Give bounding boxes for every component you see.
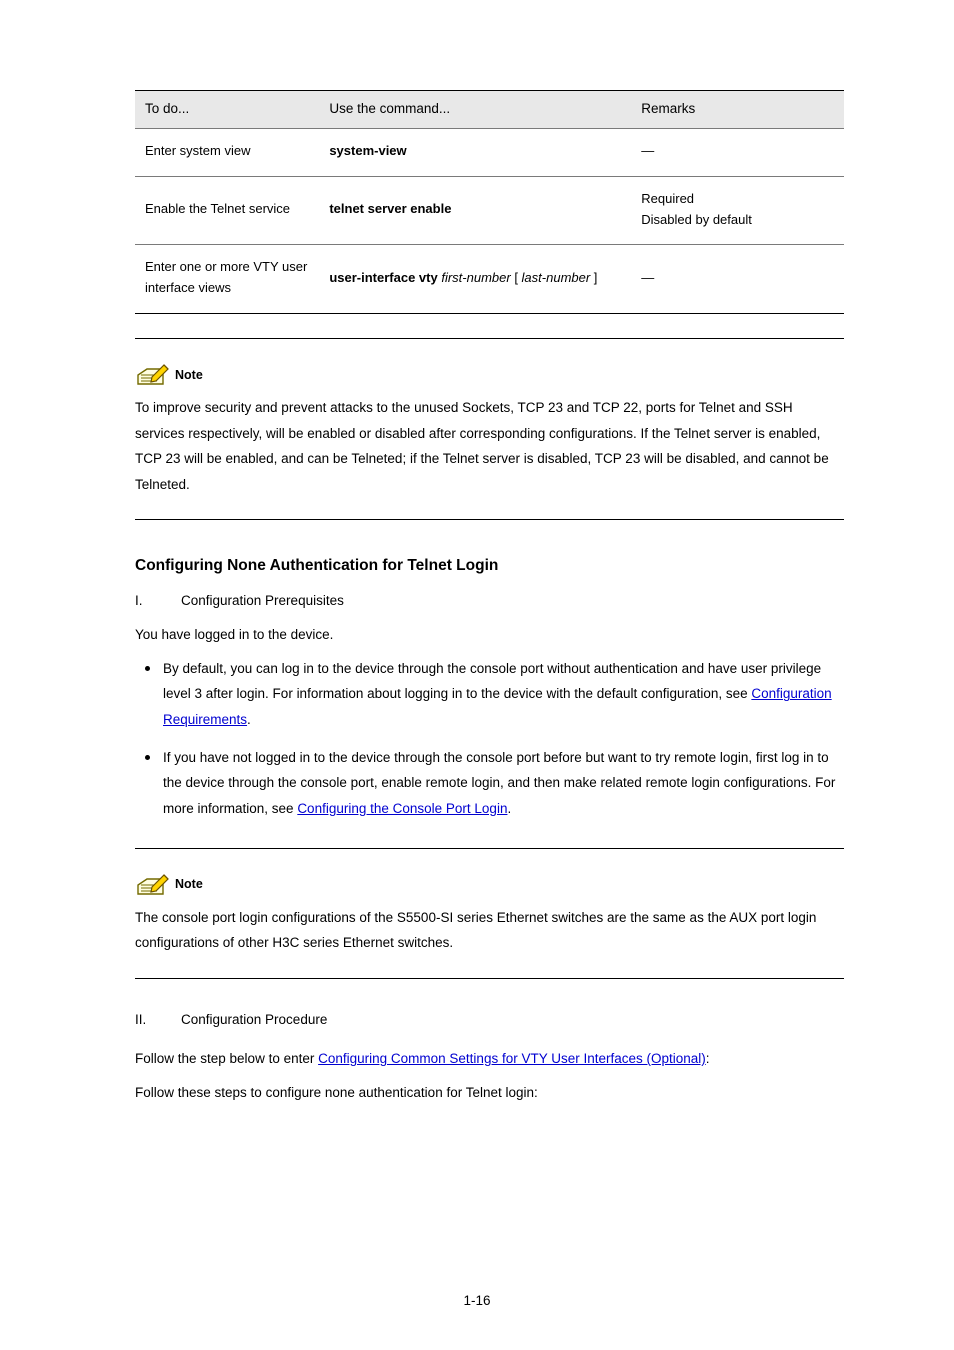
roman-numeral: I. bbox=[135, 588, 181, 614]
note-block: Note The console port login configuratio… bbox=[135, 873, 844, 956]
table-row: Enter one or more VTY user interface vie… bbox=[135, 245, 844, 314]
paragraph: Follow the step below to enter Configuri… bbox=[135, 1046, 844, 1072]
cell-command: telnet server enable bbox=[319, 176, 631, 245]
list-item: If you have not logged in to the device … bbox=[135, 745, 844, 822]
cell-remarks: Required Disabled by default bbox=[631, 176, 844, 245]
divider bbox=[135, 338, 844, 339]
cell-command: system-view bbox=[319, 128, 631, 176]
subsection-title: Configuration Prerequisites bbox=[181, 593, 344, 608]
bullet-text-pre: By default, you can log in to the device… bbox=[163, 661, 821, 702]
paragraph: You have logged in to the device. bbox=[135, 622, 844, 648]
bullet-text-post: . bbox=[507, 801, 511, 816]
note-block: Note To improve security and prevent att… bbox=[135, 363, 844, 498]
bullet-list: By default, you can log in to the device… bbox=[135, 656, 844, 822]
note-label: Note bbox=[175, 875, 203, 896]
xref-link[interactable]: Configuring Common Settings for VTY User… bbox=[318, 1051, 706, 1066]
table-row: Enter system view system-view — bbox=[135, 128, 844, 176]
xref-link[interactable]: Configuring the Console Port Login bbox=[297, 801, 507, 816]
note-label: Note bbox=[175, 366, 203, 387]
lead-in-post: : bbox=[706, 1051, 710, 1066]
subsection: II.Configuration Procedure bbox=[135, 1007, 844, 1033]
note-icon bbox=[135, 363, 169, 387]
cell-todo: Enter system view bbox=[135, 128, 319, 176]
cell-todo: Enable the Telnet service bbox=[135, 176, 319, 245]
col-header-remarks: Remarks bbox=[631, 91, 844, 129]
cell-todo: Enter one or more VTY user interface vie… bbox=[135, 245, 319, 314]
note-icon bbox=[135, 873, 169, 897]
subsection-title: Configuration Procedure bbox=[181, 1012, 327, 1027]
table-row: Enable the Telnet service telnet server … bbox=[135, 176, 844, 245]
paragraph: Follow these steps to configure none aut… bbox=[135, 1080, 844, 1106]
list-item: By default, you can log in to the device… bbox=[135, 656, 844, 733]
lead-in-pre: Follow the step below to enter bbox=[135, 1051, 318, 1066]
cell-command: user-interface vty first-number [ last-n… bbox=[319, 245, 631, 314]
divider bbox=[135, 519, 844, 520]
page-number: 1-16 bbox=[0, 1291, 954, 1312]
section-heading: Configuring None Authentication for Teln… bbox=[135, 554, 844, 578]
col-header-todo: To do... bbox=[135, 91, 319, 129]
divider bbox=[135, 848, 844, 849]
bullet-text-post: . bbox=[247, 712, 251, 727]
cell-remarks: — bbox=[631, 128, 844, 176]
roman-numeral: II. bbox=[135, 1007, 181, 1033]
col-header-command: Use the command... bbox=[319, 91, 631, 129]
divider bbox=[135, 978, 844, 979]
note-text: To improve security and prevent attacks … bbox=[135, 395, 844, 498]
cell-remarks: — bbox=[631, 245, 844, 314]
note-text: The console port login configurations of… bbox=[135, 905, 844, 956]
config-table: To do... Use the command... Remarks Ente… bbox=[135, 90, 844, 314]
